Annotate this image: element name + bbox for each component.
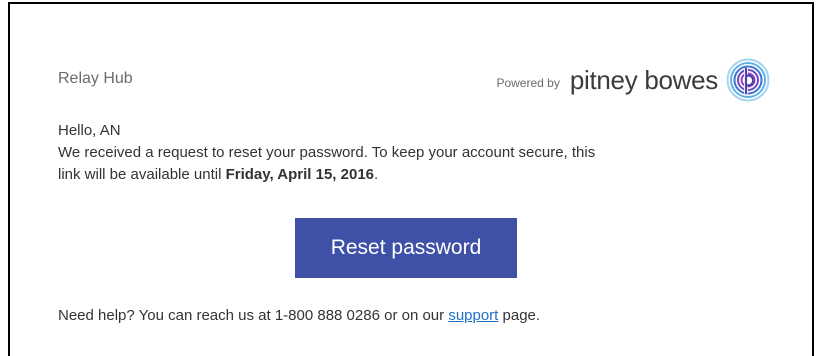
expiry-prefix: link will be available until [58, 166, 226, 183]
greeting-text: Hello, AN [58, 122, 121, 139]
expiry-suffix: . [374, 166, 379, 183]
expiry-date: Friday, April 15, 2016 [225, 166, 374, 183]
app-name: Relay Hub [58, 70, 133, 87]
help-suffix: page. [498, 307, 541, 324]
brand-lockup: Powered by pitney bowes [496, 56, 770, 104]
powered-by-label: Powered by [496, 76, 560, 90]
message-line-1: We received a request to reset your pass… [58, 144, 596, 161]
pitney-bowes-logo-icon [726, 58, 770, 102]
reset-password-button[interactable]: Reset password [295, 218, 517, 278]
email-header: Relay Hub Powered by pitney bowes [58, 56, 770, 106]
support-link[interactable]: support [448, 307, 498, 324]
help-prefix: Need help? You can reach us at 1-800 888… [58, 307, 449, 324]
email-body: Hello, AN We received a request to reset… [58, 120, 770, 186]
reset-button-wrap: Reset password [295, 218, 517, 278]
brand-name: pitney bowes [569, 64, 718, 95]
help-text: Need help? You can reach us at 1-800 888… [58, 305, 540, 327]
message-line-2: link will be available until Friday, Apr… [58, 164, 770, 186]
